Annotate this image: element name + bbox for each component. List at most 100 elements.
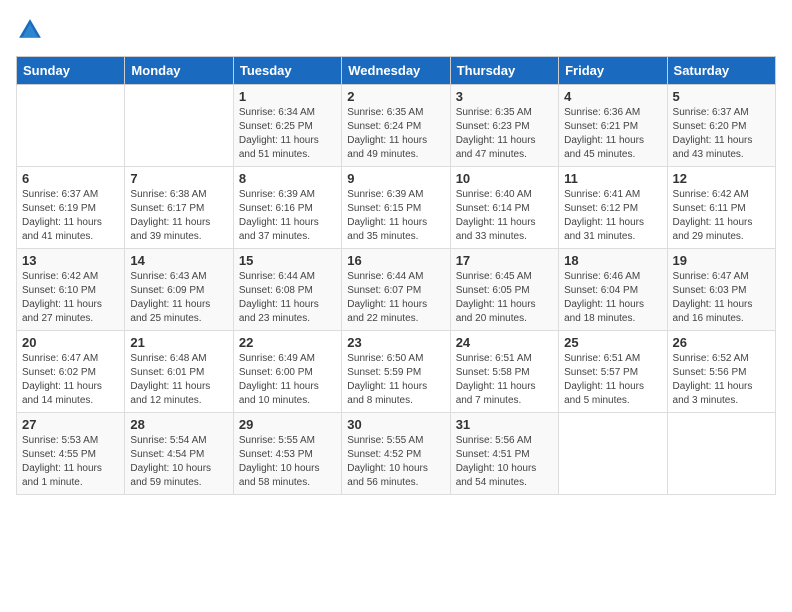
logo — [16, 16, 48, 44]
week-row-4: 20 Sunrise: 6:47 AM Sunset: 6:02 PM Dayli… — [17, 331, 776, 413]
calendar-cell: 24 Sunrise: 6:51 AM Sunset: 5:58 PM Dayli… — [450, 331, 558, 413]
day-number: 13 — [22, 253, 119, 268]
calendar-cell: 9 Sunrise: 6:39 AM Sunset: 6:15 PM Daylig… — [342, 167, 450, 249]
day-number: 3 — [456, 89, 553, 104]
day-number: 23 — [347, 335, 444, 350]
day-info: Sunrise: 6:47 AM Sunset: 6:03 PM Dayligh… — [673, 270, 770, 326]
day-header-tuesday: Tuesday — [233, 57, 341, 85]
day-number: 12 — [673, 171, 770, 186]
day-header-thursday: Thursday — [450, 57, 558, 85]
calendar-cell: 8 Sunrise: 6:39 AM Sunset: 6:16 PM Daylig… — [233, 167, 341, 249]
day-info: Sunrise: 6:41 AM Sunset: 6:12 PM Dayligh… — [564, 188, 661, 244]
day-number: 25 — [564, 335, 661, 350]
day-info: Sunrise: 6:37 AM Sunset: 6:19 PM Dayligh… — [22, 188, 119, 244]
day-info: Sunrise: 5:56 AM Sunset: 4:51 PM Dayligh… — [456, 434, 553, 490]
day-number: 1 — [239, 89, 336, 104]
day-info: Sunrise: 6:52 AM Sunset: 5:56 PM Dayligh… — [673, 352, 770, 408]
day-number: 31 — [456, 417, 553, 432]
day-number: 14 — [130, 253, 227, 268]
calendar-cell: 4 Sunrise: 6:36 AM Sunset: 6:21 PM Daylig… — [559, 85, 667, 167]
day-number: 29 — [239, 417, 336, 432]
calendar-cell — [667, 413, 775, 495]
day-info: Sunrise: 6:40 AM Sunset: 6:14 PM Dayligh… — [456, 188, 553, 244]
calendar-cell: 22 Sunrise: 6:49 AM Sunset: 6:00 PM Dayli… — [233, 331, 341, 413]
day-number: 27 — [22, 417, 119, 432]
calendar-cell: 25 Sunrise: 6:51 AM Sunset: 5:57 PM Dayli… — [559, 331, 667, 413]
day-info: Sunrise: 5:55 AM Sunset: 4:53 PM Dayligh… — [239, 434, 336, 490]
calendar-cell — [17, 85, 125, 167]
week-row-5: 27Sunrise: 5:53 AM Sunset: 4:55 PM Dayli… — [17, 413, 776, 495]
calendar-cell: 20 Sunrise: 6:47 AM Sunset: 6:02 PM Dayli… — [17, 331, 125, 413]
calendar-cell — [559, 413, 667, 495]
day-number: 22 — [239, 335, 336, 350]
day-number: 30 — [347, 417, 444, 432]
day-number: 4 — [564, 89, 661, 104]
calendar-cell: 2Sunrise: 6:35 AM Sunset: 6:24 PM Daylig… — [342, 85, 450, 167]
day-info: Sunrise: 5:54 AM Sunset: 4:54 PM Dayligh… — [130, 434, 227, 490]
calendar-cell: 6 Sunrise: 6:37 AM Sunset: 6:19 PM Daylig… — [17, 167, 125, 249]
day-header-saturday: Saturday — [667, 57, 775, 85]
calendar-cell: 17 Sunrise: 6:45 AM Sunset: 6:05 PM Dayli… — [450, 249, 558, 331]
day-number: 15 — [239, 253, 336, 268]
day-number: 9 — [347, 171, 444, 186]
day-number: 10 — [456, 171, 553, 186]
calendar-cell: 26 Sunrise: 6:52 AM Sunset: 5:56 PM Dayli… — [667, 331, 775, 413]
calendar-cell: 1Sunrise: 6:34 AM Sunset: 6:25 PM Daylig… — [233, 85, 341, 167]
day-info: Sunrise: 6:35 AM Sunset: 6:24 PM Dayligh… — [347, 106, 444, 162]
day-info: Sunrise: 6:42 AM Sunset: 6:11 PM Dayligh… — [673, 188, 770, 244]
calendar-cell: 15 Sunrise: 6:44 AM Sunset: 6:08 PM Dayli… — [233, 249, 341, 331]
calendar-cell: 28 Sunrise: 5:54 AM Sunset: 4:54 PM Dayli… — [125, 413, 233, 495]
day-info: Sunrise: 6:36 AM Sunset: 6:21 PM Dayligh… — [564, 106, 661, 162]
day-number: 5 — [673, 89, 770, 104]
day-info: Sunrise: 5:55 AM Sunset: 4:52 PM Dayligh… — [347, 434, 444, 490]
day-header-friday: Friday — [559, 57, 667, 85]
header — [16, 16, 776, 44]
day-info: Sunrise: 6:39 AM Sunset: 6:15 PM Dayligh… — [347, 188, 444, 244]
calendar-cell: 13 Sunrise: 6:42 AM Sunset: 6:10 PM Dayli… — [17, 249, 125, 331]
day-number: 11 — [564, 171, 661, 186]
day-info: Sunrise: 6:39 AM Sunset: 6:16 PM Dayligh… — [239, 188, 336, 244]
day-number: 18 — [564, 253, 661, 268]
day-info: Sunrise: 6:47 AM Sunset: 6:02 PM Dayligh… — [22, 352, 119, 408]
calendar-cell: 30 Sunrise: 5:55 AM Sunset: 4:52 PM Dayli… — [342, 413, 450, 495]
day-info: Sunrise: 6:48 AM Sunset: 6:01 PM Dayligh… — [130, 352, 227, 408]
calendar-cell: 27Sunrise: 5:53 AM Sunset: 4:55 PM Dayli… — [17, 413, 125, 495]
day-header-sunday: Sunday — [17, 57, 125, 85]
day-number: 8 — [239, 171, 336, 186]
calendar-cell: 18 Sunrise: 6:46 AM Sunset: 6:04 PM Dayli… — [559, 249, 667, 331]
calendar-cell: 7Sunrise: 6:38 AM Sunset: 6:17 PM Daylig… — [125, 167, 233, 249]
calendar-cell — [125, 85, 233, 167]
calendar-cell: 31 Sunrise: 5:56 AM Sunset: 4:51 PM Dayli… — [450, 413, 558, 495]
day-info: Sunrise: 6:49 AM Sunset: 6:00 PM Dayligh… — [239, 352, 336, 408]
day-info: Sunrise: 6:50 AM Sunset: 5:59 PM Dayligh… — [347, 352, 444, 408]
day-number: 26 — [673, 335, 770, 350]
day-info: Sunrise: 6:51 AM Sunset: 5:58 PM Dayligh… — [456, 352, 553, 408]
day-info: Sunrise: 6:38 AM Sunset: 6:17 PM Dayligh… — [130, 188, 227, 244]
week-row-2: 6 Sunrise: 6:37 AM Sunset: 6:19 PM Daylig… — [17, 167, 776, 249]
day-number: 19 — [673, 253, 770, 268]
calendar-cell: 16 Sunrise: 6:44 AM Sunset: 6:07 PM Dayli… — [342, 249, 450, 331]
day-number: 17 — [456, 253, 553, 268]
calendar-cell: 21Sunrise: 6:48 AM Sunset: 6:01 PM Dayli… — [125, 331, 233, 413]
day-info: Sunrise: 6:44 AM Sunset: 6:07 PM Dayligh… — [347, 270, 444, 326]
calendar-cell: 19 Sunrise: 6:47 AM Sunset: 6:03 PM Dayli… — [667, 249, 775, 331]
calendar-cell: 12 Sunrise: 6:42 AM Sunset: 6:11 PM Dayli… — [667, 167, 775, 249]
day-info: Sunrise: 6:37 AM Sunset: 6:20 PM Dayligh… — [673, 106, 770, 162]
day-info: Sunrise: 6:51 AM Sunset: 5:57 PM Dayligh… — [564, 352, 661, 408]
day-info: Sunrise: 6:44 AM Sunset: 6:08 PM Dayligh… — [239, 270, 336, 326]
day-number: 20 — [22, 335, 119, 350]
day-number: 6 — [22, 171, 119, 186]
day-number: 24 — [456, 335, 553, 350]
week-row-1: 1Sunrise: 6:34 AM Sunset: 6:25 PM Daylig… — [17, 85, 776, 167]
day-number: 16 — [347, 253, 444, 268]
day-info: Sunrise: 6:45 AM Sunset: 6:05 PM Dayligh… — [456, 270, 553, 326]
day-info: Sunrise: 6:42 AM Sunset: 6:10 PM Dayligh… — [22, 270, 119, 326]
calendar-cell: 11 Sunrise: 6:41 AM Sunset: 6:12 PM Dayli… — [559, 167, 667, 249]
calendar-cell: 29 Sunrise: 5:55 AM Sunset: 4:53 PM Dayli… — [233, 413, 341, 495]
day-number: 28 — [130, 417, 227, 432]
day-info: Sunrise: 6:46 AM Sunset: 6:04 PM Dayligh… — [564, 270, 661, 326]
header-row: SundayMondayTuesdayWednesdayThursdayFrid… — [17, 57, 776, 85]
calendar-cell: 5 Sunrise: 6:37 AM Sunset: 6:20 PM Daylig… — [667, 85, 775, 167]
calendar-cell: 10 Sunrise: 6:40 AM Sunset: 6:14 PM Dayli… — [450, 167, 558, 249]
calendar-cell: 14Sunrise: 6:43 AM Sunset: 6:09 PM Dayli… — [125, 249, 233, 331]
